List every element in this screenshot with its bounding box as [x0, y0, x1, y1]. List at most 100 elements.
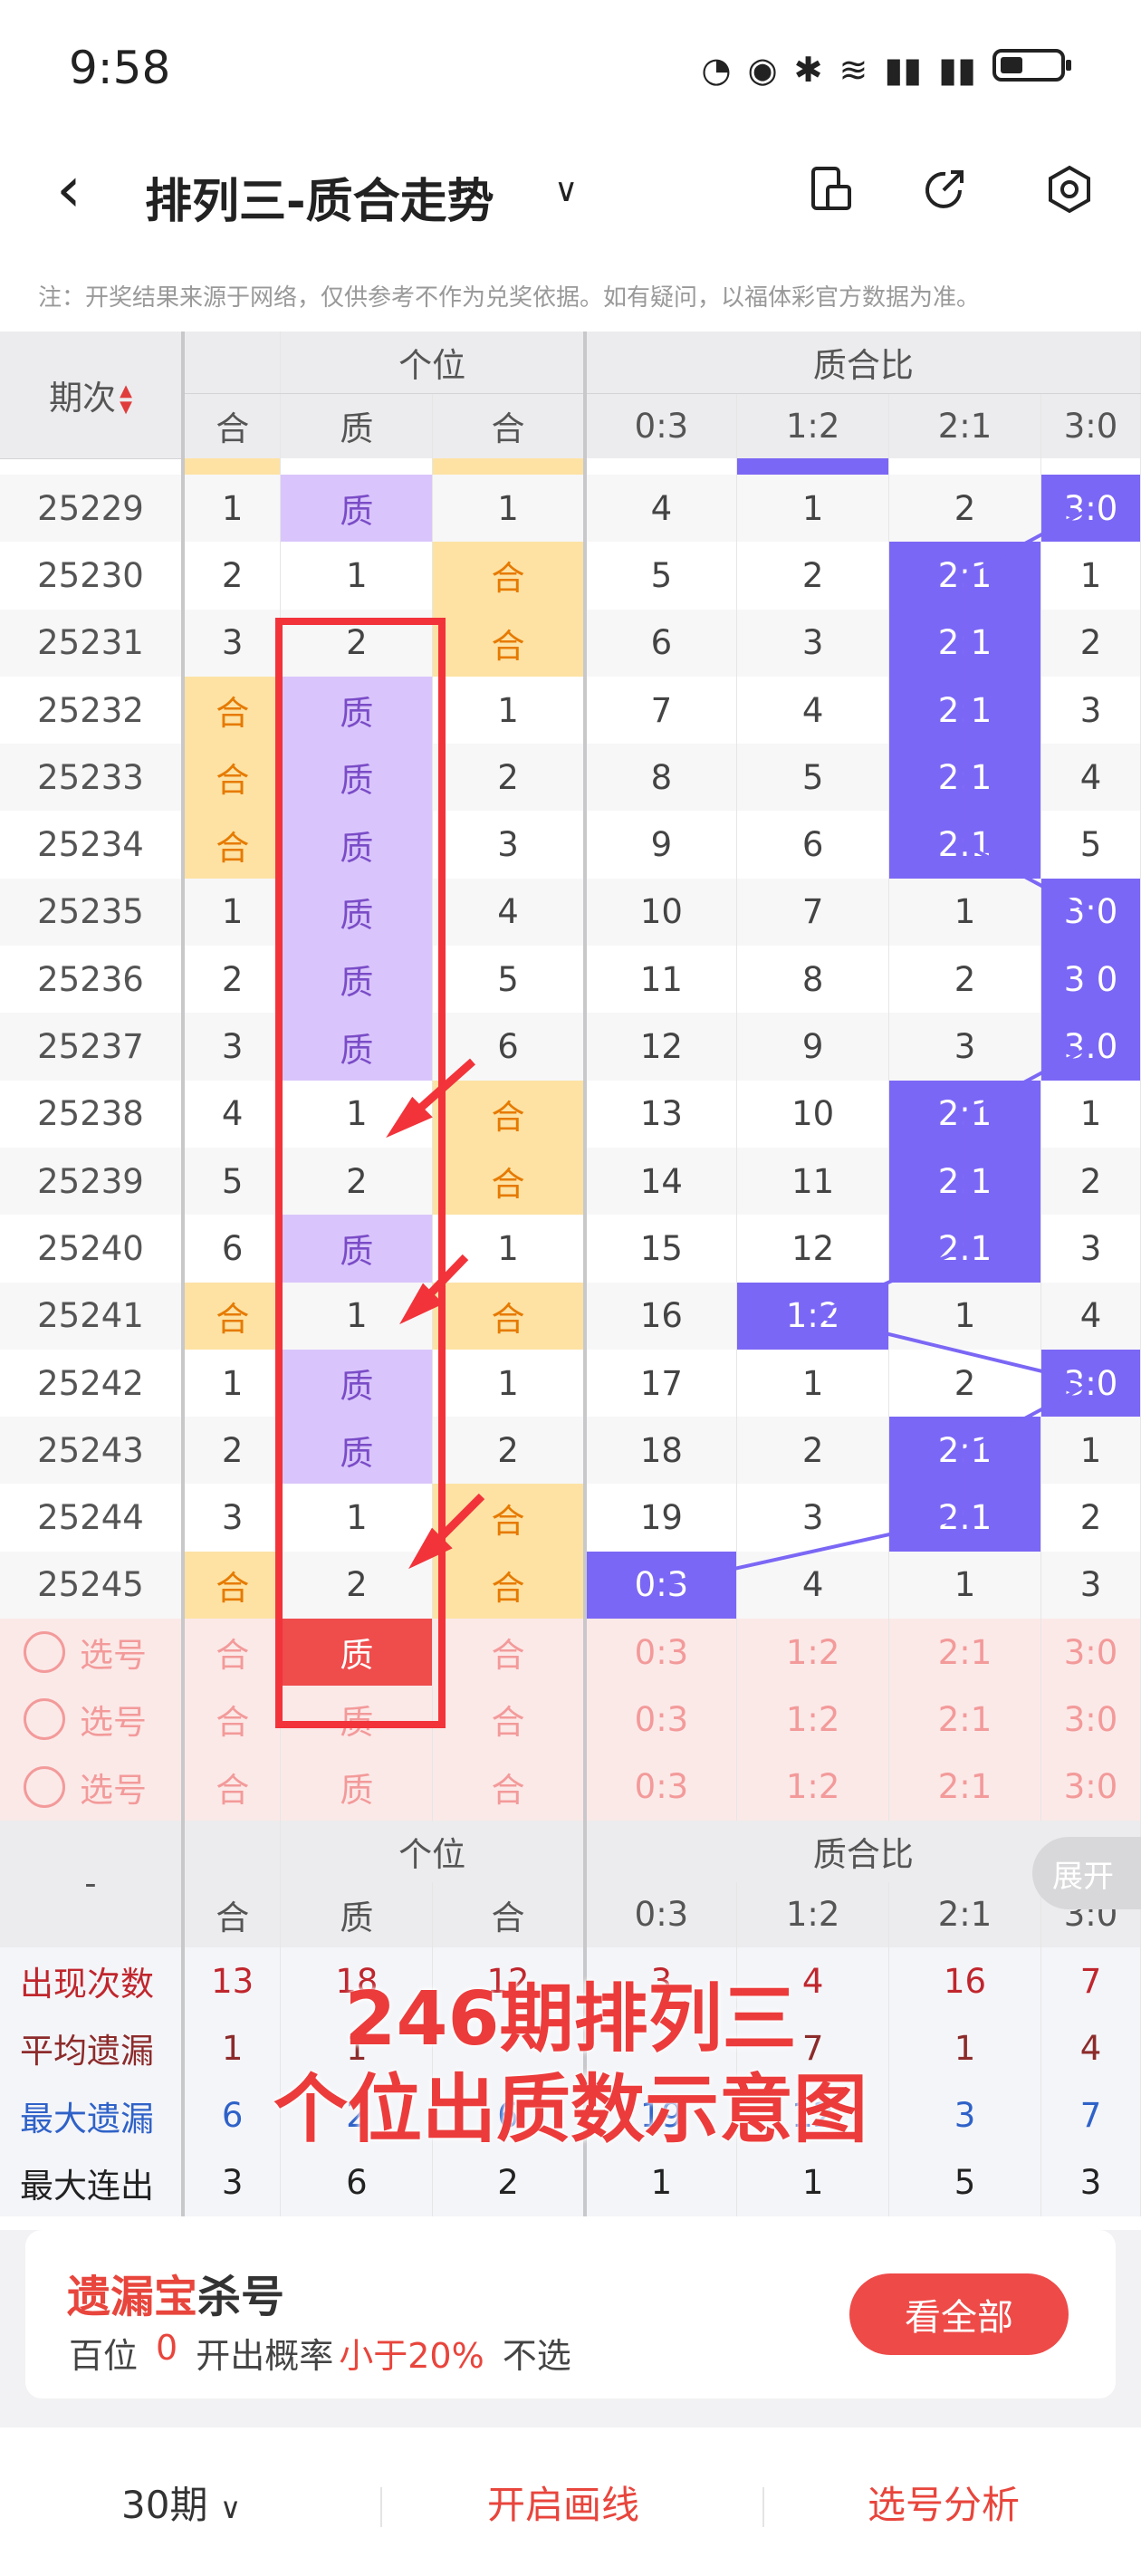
cell: 4 [1040, 1282, 1141, 1350]
page-title[interactable]: 排列三-质合走势 [145, 163, 494, 231]
pick-cell[interactable]: 2:1 [888, 1753, 1041, 1821]
period-cell: 25235 [0, 878, 184, 947]
cell: 11 [582, 946, 738, 1014]
table-row[interactable]: 25238 4 1 合 13 10 2:1 1 [0, 1080, 1141, 1148]
cell: 2:1 [888, 744, 1041, 812]
device-icon[interactable] [802, 161, 858, 217]
table-row[interactable]: 25239 5 2 合 14 11 2:1 2 [0, 1147, 1141, 1216]
cell: 2:1 [888, 1080, 1041, 1148]
table-row[interactable]: 25233 合质 2 8 5 2:1 4 [0, 744, 1141, 812]
table-row[interactable]: 25234 合质 3 9 6 2:1 5 [0, 811, 1141, 879]
pick-cell[interactable]: 合 [432, 1686, 586, 1754]
wifi-icon: ≋ [839, 49, 868, 90]
cell: 2:1 [888, 1484, 1041, 1552]
cell: 1 [1040, 1080, 1141, 1148]
table-row[interactable]: 25231 3 2 合 6 3 2:1 2 [0, 609, 1141, 677]
pick-cell[interactable]: 质 [280, 1753, 434, 1821]
table-row[interactable]: 25230 2 1 合 5 2 2:1 1 [0, 542, 1141, 610]
table-row[interactable]: 25244 3 1 合 19 3 2:1 2 [0, 1484, 1141, 1552]
table-row[interactable]: 25241 合 1 合 16 1:2 1 4 [0, 1282, 1141, 1350]
period-cell: 25233 [0, 744, 184, 812]
chevron-down-icon[interactable]: ∨ [554, 172, 578, 209]
card-title-rest: 杀号 [197, 2272, 285, 2322]
settings-icon[interactable] [1041, 161, 1098, 217]
cell: 19 [582, 1484, 738, 1552]
period-cell: 25236 [0, 946, 184, 1014]
trend-table-container[interactable]: 期次 ▲ ▼ 个位 质合比 合质合 0:3 1:2 2:1 3:0 25229 1 质 1 4 1 2 3… [0, 332, 1141, 2230]
cell: 1 [1040, 542, 1141, 610]
pick-cell[interactable]: 合 [432, 1753, 586, 1821]
pick-analysis-button[interactable]: 选号分析 [868, 2475, 1020, 2530]
pick-label-cell[interactable]: 选号 [0, 1619, 184, 1687]
signal2-icon: ▮▮ [938, 49, 976, 90]
pick-cell[interactable]: 0:3 [582, 1619, 738, 1687]
cell: 3:0 [1040, 946, 1141, 1014]
cell: 1 [888, 878, 1041, 947]
pick-cell[interactable]: 合 [180, 1619, 282, 1687]
table-row[interactable]: 25245 合 2 合 0:3 4 1 3 [0, 1551, 1141, 1620]
table-row[interactable]: 25229 1 质 1 4 1 2 3:0 [0, 475, 1141, 543]
period-header[interactable]: 期次 ▲ ▼ [0, 332, 184, 459]
table-row[interactable]: 25240 6 质 1 15 12 2:1 3 [0, 1215, 1141, 1283]
cell: 合 [432, 1080, 586, 1148]
pick-cell[interactable]: 合 [180, 1753, 282, 1821]
pick-cell[interactable]: 2:1 [888, 1619, 1041, 1687]
cell: 合 [180, 1551, 282, 1620]
cell: 1:2 [736, 1282, 890, 1350]
pick-label-cell[interactable]: 选号 [0, 1686, 184, 1754]
table-row[interactable]: 25242 1 质 1 17 1 2 3:0 [0, 1349, 1141, 1418]
cell: 1 [432, 676, 586, 745]
cell: 2 [736, 1417, 890, 1485]
expand-button[interactable]: 展开 [1032, 1837, 1141, 1909]
sub-header-0: 合 [180, 393, 282, 458]
cell: 2 [888, 946, 1041, 1014]
pick-cell[interactable]: 1:2 [736, 1619, 890, 1687]
battery-icon [992, 47, 1074, 91]
share-icon[interactable] [916, 161, 973, 217]
pick-cell[interactable]: 3:0 [1040, 1686, 1141, 1754]
cell: 0:3 [582, 1551, 738, 1620]
table-row[interactable]: 25232 合质 1 7 4 2:1 3 [0, 676, 1141, 745]
pick-row[interactable]: 选号合质合 0:3 1:2 2:1 3:0 [0, 1686, 1141, 1754]
pick-circle-icon[interactable] [24, 1765, 65, 1808]
cell: 3 [180, 1484, 282, 1552]
cell: 3 [1040, 676, 1141, 745]
cell: 3:0 [1040, 475, 1141, 543]
stats-cell: 5 [888, 2148, 1041, 2217]
pick-label: 选号 [80, 1703, 147, 1743]
cell: 3 [432, 811, 586, 879]
table-row[interactable]: 25237 3 质 6 12 9 3 3:0 [0, 1013, 1141, 1081]
pick-cell[interactable]: 1:2 [736, 1686, 890, 1754]
pick-cell[interactable]: 3:0 [1040, 1619, 1141, 1687]
cell: 6 [582, 609, 738, 677]
sub-header-5: 2:1 [888, 393, 1041, 458]
pick-cell[interactable]: 2:1 [888, 1686, 1041, 1754]
cell: 2 [888, 475, 1041, 543]
pick-cell[interactable]: 合 [180, 1686, 282, 1754]
cell: 2:1 [888, 1147, 1041, 1216]
pick-row[interactable]: 选号合质合 0:3 1:2 2:1 3:0 [0, 1619, 1141, 1687]
table-row[interactable]: 25235 1 质 4 10 7 1 3:0 [0, 878, 1141, 947]
pick-cell[interactable]: 3:0 [1040, 1753, 1141, 1821]
pick-cell[interactable]: 0:3 [582, 1686, 738, 1754]
table-row[interactable]: 25236 2 质 5 11 8 2 3:0 [0, 946, 1141, 1014]
pick-circle-icon[interactable] [24, 1698, 65, 1741]
cell: 2:1 [888, 609, 1041, 677]
cell: 3 [1040, 1551, 1141, 1620]
view-all-button[interactable]: 看全部 [849, 2273, 1069, 2355]
stats-sub-header-4: 1:2 [736, 1881, 890, 1947]
back-icon[interactable]: ‹ [56, 158, 82, 221]
stats-sub-header-3: 0:3 [582, 1881, 738, 1947]
cell: 1 [432, 1349, 586, 1418]
pick-cell[interactable]: 0:3 [582, 1753, 738, 1821]
pick-row[interactable]: 选号合质合 0:3 1:2 2:1 3:0 [0, 1753, 1141, 1821]
pick-circle-icon[interactable] [24, 1631, 65, 1674]
cell: 2:1 [888, 542, 1041, 610]
pick-cell[interactable]: 1:2 [736, 1753, 890, 1821]
pick-label-cell[interactable]: 选号 [0, 1753, 184, 1821]
draw-line-button[interactable]: 开启画线 [487, 2475, 639, 2530]
periods-selector[interactable]: 30期 ∨ [121, 2475, 241, 2530]
table-row[interactable]: 25243 2 质 2 18 2 2:1 1 [0, 1417, 1141, 1485]
sort-icon[interactable]: ▲ ▼ [120, 383, 132, 416]
pick-cell[interactable]: 合 [432, 1619, 586, 1687]
